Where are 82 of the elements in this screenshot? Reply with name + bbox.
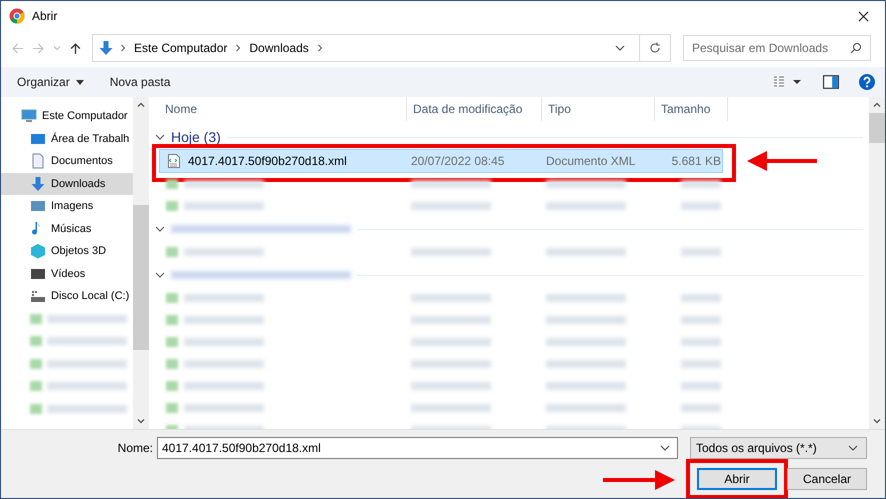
document-icon [30, 153, 46, 170]
xml-file-icon [166, 153, 182, 169]
download-icon [30, 176, 46, 192]
collapse-chevron-icon[interactable] [155, 226, 165, 232]
blurred-icon [30, 314, 42, 324]
table-cell-text: 20/07/2022 08:45 [410, 154, 506, 168]
annotation-arrow [747, 149, 817, 173]
file-type-dropdown[interactable]: Todos os arquivos (*.*) [690, 437, 867, 459]
cancel-button[interactable]: Cancelar [787, 468, 867, 490]
blurred-icon [166, 315, 178, 325]
blurred-icon [30, 404, 42, 414]
blurred-text [681, 382, 721, 390]
help-icon[interactable] [859, 74, 875, 90]
sidebar-item[interactable]: Área de Trabalh [1, 128, 133, 150]
up-arrow-icon[interactable] [69, 42, 82, 54]
blurred-text [681, 294, 721, 302]
browser-logo-icon [9, 8, 25, 24]
scroll-thumb[interactable] [133, 205, 149, 350]
column-header[interactable]: Tamanho [655, 97, 728, 121]
sidebar-item[interactable]: Imagens [1, 195, 133, 218]
file-name: 4017.4017.50f90b270d18.xml [188, 154, 347, 168]
blurred-text [681, 248, 721, 256]
new-folder-button[interactable]: Nova pasta [102, 72, 178, 92]
blurred-icon [166, 359, 178, 369]
group-header[interactable]: Hoje (3) [171, 129, 221, 145]
blurred-icon [30, 381, 42, 392]
blurred-text [681, 404, 721, 412]
blurred-icon [166, 403, 178, 413]
annotation-arrow [603, 468, 675, 492]
breadcrumb[interactable]: Este Computador [132, 41, 230, 55]
chevron-icon [316, 44, 323, 52]
computer-icon [21, 108, 37, 124]
chevron-icon [120, 44, 126, 52]
view-options-icon[interactable] [773, 76, 803, 88]
blurred-text [681, 202, 721, 210]
column-header[interactable]: Data de modificação [407, 97, 542, 121]
scrollbar[interactable] [869, 97, 885, 429]
sidebar-item[interactable]: Vídeos [1, 262, 133, 285]
blurred-icon [166, 381, 178, 391]
column-header[interactable]: Nome [149, 97, 407, 121]
sidebar-item[interactable]: Músicas [1, 218, 133, 240]
preview-pane-icon[interactable] [823, 74, 839, 90]
blurred-text [681, 180, 721, 188]
close-icon[interactable] [858, 10, 869, 22]
sidebar-item[interactable]: Disco Local (C:) [1, 285, 133, 308]
organize-button[interactable]: Organizar [9, 72, 92, 92]
drive-icon [30, 288, 46, 304]
window-title: Abrir [32, 9, 58, 23]
address-bar[interactable]: Este Computador Downloads [92, 34, 671, 62]
file-row[interactable]: 4017.4017.50f90b270d18.xml 20/07/2022 08:45 Documento XML 5.681 KB [159, 149, 723, 173]
blurred-icon [166, 293, 178, 303]
collapse-chevron-icon[interactable] [155, 272, 165, 278]
sidebar-item[interactable]: Objetos 3D [1, 240, 133, 262]
breadcrumb[interactable]: Downloads [247, 41, 311, 55]
name-label: Nome: [116, 441, 154, 455]
blurred-text [681, 316, 721, 324]
column-header[interactable]: Tipo [542, 97, 655, 121]
table-cell-text: 5.681 KB [670, 154, 721, 168]
cube-icon [30, 243, 46, 260]
blurred-text [681, 360, 721, 368]
blurred-icon [30, 358, 42, 369]
sidebar-item[interactable]: Este Computador [1, 105, 133, 128]
sidebar-item[interactable]: Documentos [1, 150, 133, 172]
chevron-icon [235, 44, 242, 52]
blurred-text [681, 338, 721, 346]
table-cell-text: Documento XML [545, 154, 636, 168]
file-name-field[interactable]: 4017.4017.50f90b270d18.xml [157, 437, 678, 459]
blurred-icon [166, 337, 178, 347]
caret-icon [76, 80, 84, 84]
collapse-chevron-icon[interactable] [155, 134, 165, 140]
blurred-icon [166, 179, 178, 189]
blurred-icon [30, 336, 42, 346]
open-button[interactable]: Abrir [697, 468, 777, 490]
blurred-icon [166, 201, 178, 211]
download-arrow-icon [98, 40, 114, 56]
sidebar-item[interactable]: Downloads [1, 172, 133, 195]
search-icon [850, 42, 862, 54]
blurred-icon [166, 247, 178, 257]
scrollbar[interactable] [133, 97, 149, 429]
refresh-icon[interactable] [649, 42, 661, 54]
scroll-thumb[interactable] [869, 113, 885, 143]
search-field[interactable]: Pesquisar em Downloads [683, 35, 871, 61]
